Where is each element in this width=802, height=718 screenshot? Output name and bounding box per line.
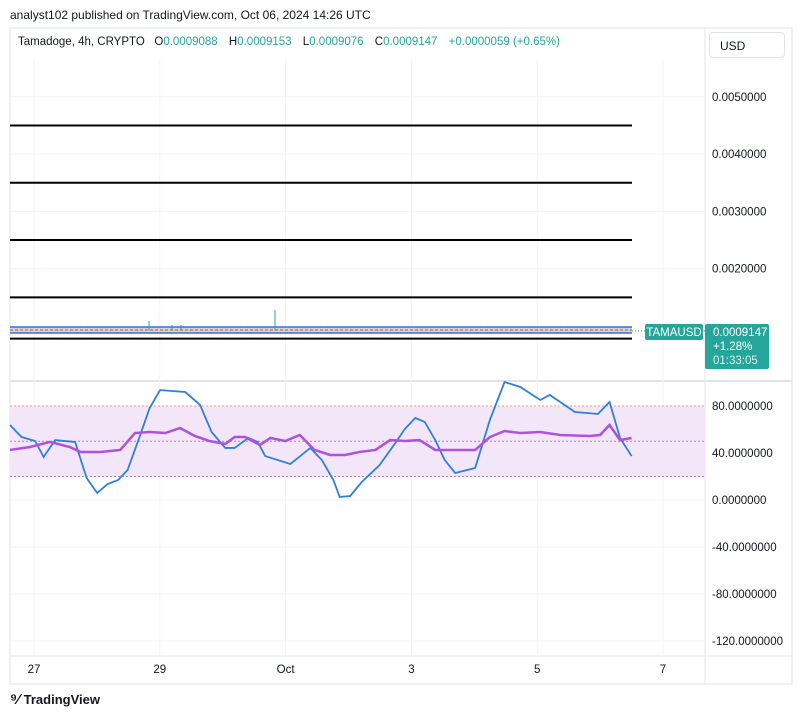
price-tag-change: +1.28% (713, 341, 752, 353)
osc-tick-label: 80.0000000 (712, 401, 773, 413)
close-label: C (374, 36, 384, 48)
logo-icon: ⁹⁄ (10, 691, 20, 708)
price-tag-countdown: 01:33:05 (713, 355, 758, 367)
osc-tick-label: -40.0000000 (712, 542, 777, 554)
open-value: 0.0009088 (163, 36, 218, 48)
x-tick-label: 29 (153, 664, 166, 676)
price-tick-label: 0.0030000 (712, 206, 766, 218)
chart-canvas[interactable]: 27 29 Oct 3 5 7 0.0050000 0.0040000 0.0030000 0.0… (0, 0, 802, 718)
x-tick-label: 3 (408, 664, 414, 676)
osc-tick-label: -80.0000000 (712, 589, 777, 601)
price-tick-label: 0.0020000 (712, 264, 766, 276)
open-label: O (154, 36, 164, 48)
x-tick-label: Oct (277, 664, 296, 676)
tradingview-logo: ⁹⁄ TradingView (10, 691, 100, 708)
close-value: 0.0009147 (383, 36, 438, 48)
x-tick-label: 27 (28, 664, 41, 676)
high-value: 0.0009153 (237, 36, 292, 48)
ohlc-legend: Tamadoge, 4h, CRYPTO O0.0009088 H0.00091… (18, 36, 568, 48)
price-tick-label: 0.0040000 (712, 149, 766, 161)
brand-name: TradingView (23, 692, 100, 707)
price-tick-label: 0.0050000 (712, 92, 766, 104)
x-tick-label: 5 (534, 664, 540, 676)
chart-window: analyst102 published on TradingView.com,… (0, 0, 802, 718)
low-value: 0.0009076 (309, 36, 364, 48)
osc-tick-label: -120.0000000 (712, 636, 783, 648)
ticker-tag-label: TAMAUSD (646, 327, 701, 339)
symbol: Tamadoge, 4h, CRYPTO (18, 36, 145, 48)
osc-tick-label: 40.0000000 (712, 448, 773, 460)
change-value: +0.0000059 (+0.65%) (448, 36, 560, 48)
x-tick-label: 7 (660, 664, 666, 676)
high-label: H (228, 36, 238, 48)
osc-tick-label: 0.0000000 (712, 495, 766, 507)
currency-button[interactable]: USD (709, 32, 785, 58)
price-tag-value: 0.0009147 (713, 327, 767, 339)
